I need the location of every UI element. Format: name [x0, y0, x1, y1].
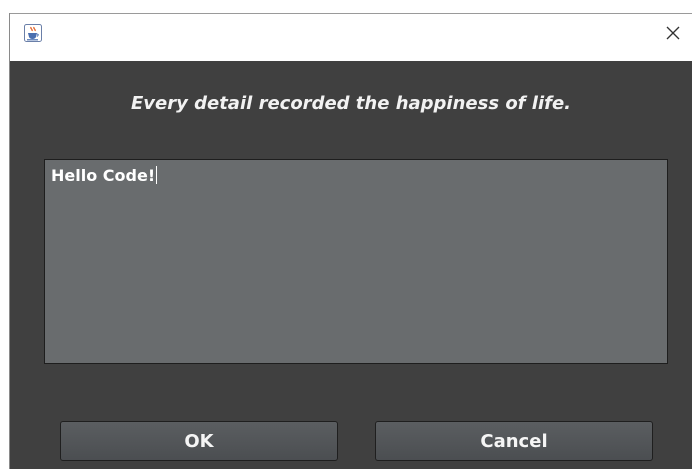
ok-button[interactable]: OK	[60, 421, 338, 461]
java-cup-icon	[24, 24, 42, 42]
dialog-content: Every detail recorded the happiness of l…	[10, 61, 692, 469]
dialog-window: Every detail recorded the happiness of l…	[9, 13, 692, 469]
text-area-value: Hello Code!	[51, 166, 156, 185]
text-area[interactable]: Hello Code!	[44, 159, 668, 364]
cancel-button-label: Cancel	[480, 430, 548, 452]
dialog-message: Every detail recorded the happiness of l…	[131, 93, 571, 114]
ok-button-label: OK	[184, 430, 214, 452]
text-caret	[156, 166, 158, 184]
title-bar[interactable]	[10, 13, 692, 61]
close-icon[interactable]	[664, 24, 682, 42]
cancel-button[interactable]: Cancel	[375, 421, 653, 461]
